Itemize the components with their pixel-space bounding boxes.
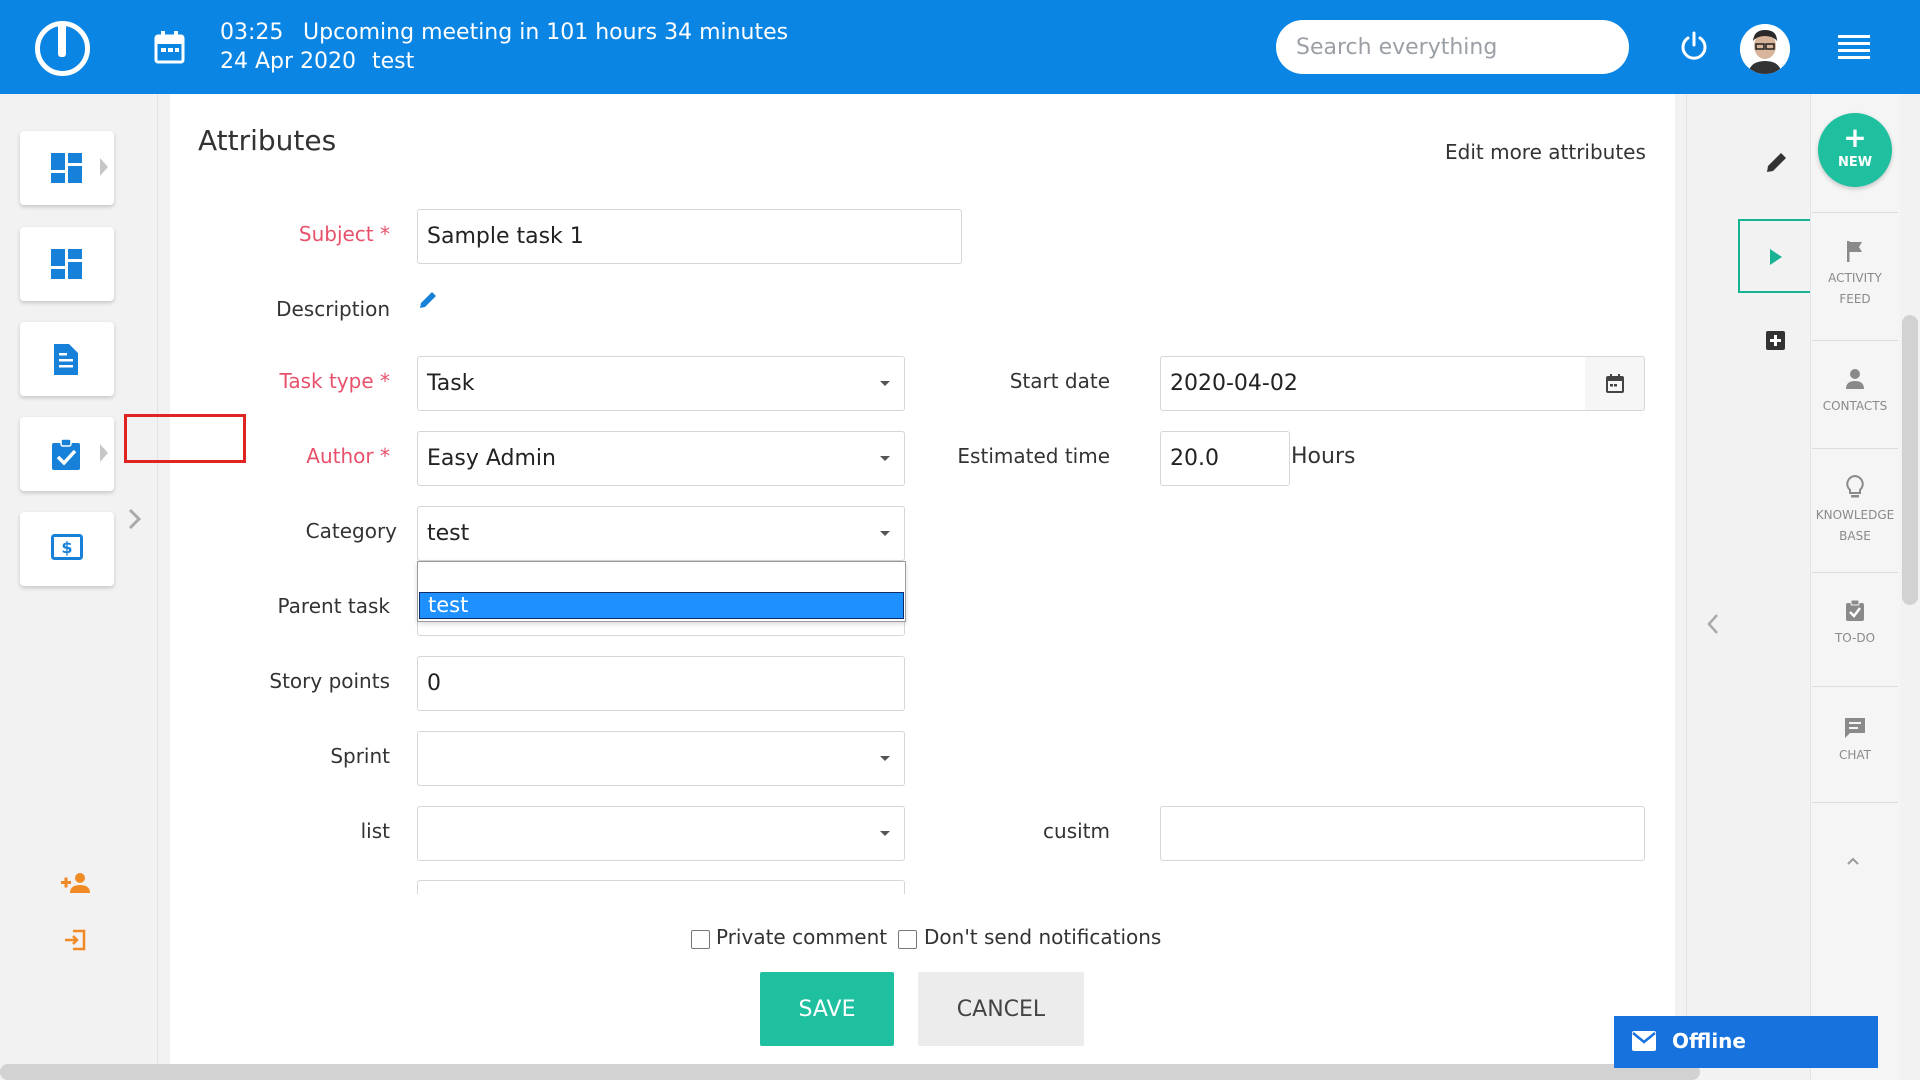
- rail-todo[interactable]: TO-DO: [1812, 600, 1898, 649]
- cancel-button[interactable]: CANCEL: [918, 972, 1084, 1046]
- category-highlight-box: [124, 414, 246, 463]
- add-user-icon[interactable]: [61, 872, 91, 894]
- horizontal-scrollbar[interactable]: [0, 1064, 1700, 1080]
- parent-task-label: Parent task: [277, 594, 390, 618]
- save-button[interactable]: SAVE: [760, 972, 894, 1046]
- description-label: Description: [276, 297, 390, 321]
- rail-divider: [1812, 340, 1898, 341]
- svg-text:$: $: [61, 538, 72, 557]
- task-type-select[interactable]: Task: [417, 356, 905, 411]
- meeting-time: 03:25: [220, 20, 284, 45]
- new-button[interactable]: + NEW: [1818, 113, 1892, 187]
- sign-in-icon[interactable]: [63, 928, 87, 952]
- rail-divider: [1812, 212, 1898, 213]
- private-comment-label[interactable]: Private comment: [716, 925, 887, 949]
- story-points-label: Story points: [269, 669, 390, 693]
- list-label: list: [360, 819, 390, 843]
- calendar-icon: [1606, 374, 1624, 393]
- chat-offline-widget[interactable]: Offline: [1614, 1016, 1878, 1068]
- submenu-arrow-icon: [100, 158, 108, 176]
- dont-send-notifications-checkbox[interactable]: [898, 930, 917, 949]
- chevron-left-icon[interactable]: [1705, 612, 1721, 636]
- rail-divider: [1812, 686, 1898, 687]
- flag-icon: [1847, 241, 1862, 262]
- story-points-input[interactable]: 0: [417, 656, 905, 711]
- list-select[interactable]: [417, 806, 905, 861]
- app-logo-icon[interactable]: [35, 21, 90, 76]
- edit-more-attributes-link[interactable]: Edit more attributes: [1445, 140, 1646, 164]
- attributes-panel: Attributes Edit more attributes Subject …: [170, 94, 1675, 894]
- money-icon: $: [51, 534, 83, 560]
- calendar-icon[interactable]: [154, 31, 185, 64]
- sidebar-dashboard-2[interactable]: [20, 227, 114, 301]
- rail-divider: [1812, 572, 1898, 573]
- lightbulb-icon: [1846, 475, 1864, 498]
- private-comment-checkbox[interactable]: [691, 930, 710, 949]
- category-label: Category: [305, 519, 397, 543]
- rail-activity-feed[interactable]: ACTIVITY FEED: [1812, 240, 1898, 310]
- meeting-title[interactable]: Upcoming meeting in 101 hours 34 minutes: [303, 20, 788, 45]
- meeting-date: 24 Apr 2020: [220, 49, 357, 74]
- pencil-icon[interactable]: [1765, 150, 1789, 174]
- power-icon[interactable]: [1680, 31, 1708, 61]
- start-date-label: Start date: [1009, 369, 1110, 393]
- page-title: Attributes: [198, 124, 337, 157]
- rail-knowledge-base[interactable]: KNOWLEDGE BASE: [1812, 475, 1898, 547]
- chat-status-label: Offline: [1672, 1029, 1746, 1053]
- subject-label: Subject *: [298, 222, 390, 246]
- dashboard-icon: [51, 153, 82, 183]
- category-dropdown: test: [417, 561, 906, 622]
- start-date-input[interactable]: 2020-04-02: [1160, 356, 1586, 411]
- play-icon[interactable]: [1738, 219, 1810, 293]
- chat-icon: [1845, 718, 1865, 738]
- person-icon: [1846, 369, 1864, 389]
- hours-unit-label: Hours: [1291, 444, 1356, 469]
- date-picker-button[interactable]: [1585, 356, 1645, 411]
- new-button-label: NEW: [1837, 155, 1873, 170]
- user-avatar[interactable]: [1740, 24, 1790, 74]
- rail-divider: [1812, 448, 1898, 449]
- search-input[interactable]: [1276, 20, 1629, 74]
- add-box-icon[interactable]: [1766, 331, 1785, 350]
- chevron-up-icon[interactable]: [1846, 856, 1860, 866]
- cusitm-label: cusitm: [1043, 819, 1110, 843]
- rail-contacts[interactable]: CONTACTS: [1812, 368, 1898, 417]
- cusitm-input[interactable]: [1160, 806, 1645, 861]
- clipboard-check-icon: [1846, 600, 1864, 621]
- meeting-project: test: [372, 49, 415, 74]
- sidebar-budgets[interactable]: $: [20, 512, 114, 586]
- next-field-input[interactable]: [417, 880, 905, 894]
- dont-send-notifications-label[interactable]: Don't send notifications: [924, 925, 1161, 949]
- sidebar-dashboard-1[interactable]: [20, 131, 114, 205]
- chevron-right-icon[interactable]: [127, 507, 143, 531]
- author-select[interactable]: Easy Admin: [417, 431, 905, 486]
- plus-icon: +: [1843, 121, 1867, 154]
- sidebar-documents[interactable]: [20, 322, 114, 396]
- category-option-empty[interactable]: [418, 562, 905, 591]
- top-bar: 03:25 Upcoming meeting in 101 hours 34 m…: [0, 0, 1920, 94]
- estimated-time-input[interactable]: 20.0: [1160, 431, 1290, 486]
- vertical-scrollbar[interactable]: [1902, 315, 1918, 605]
- pencil-icon[interactable]: [418, 290, 438, 310]
- sprint-select[interactable]: [417, 731, 905, 786]
- rail-chat[interactable]: CHAT: [1812, 717, 1898, 766]
- task-type-label: Task type *: [279, 369, 390, 393]
- subject-input[interactable]: Sample task 1: [417, 209, 962, 264]
- category-option-test[interactable]: test: [419, 592, 904, 619]
- sprint-label: Sprint: [330, 744, 390, 768]
- estimated-time-label: Estimated time: [957, 444, 1110, 468]
- document-icon: [54, 344, 78, 375]
- category-select[interactable]: test: [417, 506, 905, 561]
- dashboard-icon: [51, 249, 82, 279]
- rail-divider: [1812, 802, 1898, 803]
- sidebar-tasks[interactable]: [20, 417, 114, 491]
- submenu-arrow-icon: [100, 444, 108, 462]
- hamburger-menu-icon[interactable]: [1838, 34, 1870, 60]
- clipboard-check-icon: [52, 439, 80, 470]
- envelope-icon: [1632, 1031, 1656, 1051]
